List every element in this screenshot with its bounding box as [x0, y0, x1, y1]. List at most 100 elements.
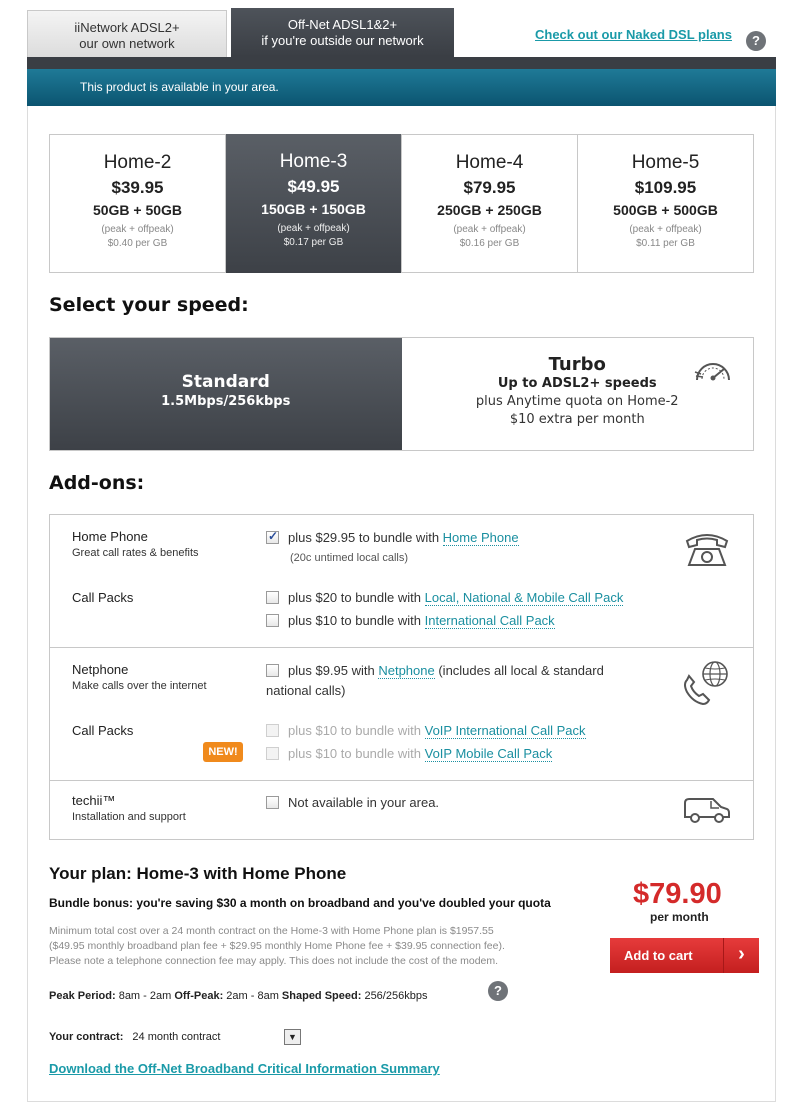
- option-text: plus $20 to bundle with: [288, 590, 425, 605]
- speed-name: Standard: [181, 372, 270, 392]
- plan-quota: 250GB + 250GB: [437, 202, 542, 218]
- contract-dropdown-button[interactable]: ▼: [284, 1029, 301, 1045]
- speed-standard-option[interactable]: Standard 1.5Mbps/256kbps: [50, 338, 402, 450]
- home-phone-link[interactable]: Home Phone: [442, 530, 519, 546]
- add-to-cart-label: Add to cart: [624, 948, 693, 963]
- availability-banner: This product is available in your area.: [27, 69, 776, 106]
- peak-value: 8am - 2am: [115, 990, 175, 1002]
- addon-group-netphone: Netphone Make calls over the internet pl…: [50, 648, 753, 781]
- naked-dsl-link[interactable]: Check out our Naked DSL plans: [535, 27, 732, 42]
- speed-heading: Select your speed:: [49, 294, 249, 316]
- plan-summary-title: Your plan: Home-3 with Home Phone: [49, 864, 347, 883]
- netphone-globe-icon: [684, 661, 728, 706]
- plan-quota: 500GB + 500GB: [613, 202, 718, 218]
- international-call-pack-checkbox[interactable]: [266, 614, 279, 627]
- plan-per-gb: $0.16 per GB: [459, 238, 520, 249]
- option-text: plus $10 to bundle with: [288, 613, 425, 628]
- plan-name: Home-3: [279, 151, 348, 172]
- voip-mobile-checkbox[interactable]: [266, 747, 279, 760]
- international-call-pack-link[interactable]: International Call Pack: [424, 613, 555, 629]
- netphone-option: plus $9.95 with Netphone (includes all l…: [266, 663, 604, 679]
- addon-group-techii: techii™ Installation and support Not ava…: [50, 781, 753, 841]
- shaped-value: 256/256kbps: [361, 990, 428, 1002]
- voip-international-link[interactable]: VoIP International Call Pack: [424, 723, 586, 739]
- addons-heading: Add-ons:: [49, 472, 145, 494]
- speed-price-note: $10 extra per month: [509, 412, 645, 427]
- per-month-label: per month: [650, 910, 709, 924]
- bundle-bonus-text: Bundle bonus: you're saving $30 a month …: [49, 896, 551, 910]
- contract-row: Your contract: 24 month contract: [49, 1031, 220, 1043]
- speed-quota-note: plus Anytime quota on Home-2: [475, 394, 679, 409]
- fine-print-line: Please note a telephone connection fee m…: [49, 955, 499, 967]
- techii-title: techii™: [72, 793, 116, 808]
- plan-price: $39.95: [111, 178, 164, 197]
- plan-home-3[interactable]: Home-3 $49.95 150GB + 150GB (peak + offp…: [226, 134, 402, 273]
- add-to-cart-button[interactable]: Add to cart ›: [610, 938, 759, 973]
- home-phone-subtitle: Great call rates & benefits: [72, 547, 199, 559]
- local-call-pack-checkbox[interactable]: [266, 591, 279, 604]
- plan-price: $109.95: [634, 178, 697, 197]
- tab-off-net-adsl[interactable]: Off-Net ADSL1&2+ if you're outside our n…: [231, 8, 454, 57]
- plan-home-5[interactable]: Home-5 $109.95 500GB + 500GB (peak + off…: [578, 135, 753, 272]
- option-text: plus $29.95 to bundle with: [288, 530, 443, 545]
- speed-turbo-option[interactable]: Turbo Up to ADSL2+ speeds plus Anytime q…: [402, 338, 754, 450]
- home-phone-option: plus $29.95 to bundle with Home Phone: [266, 529, 519, 546]
- tab-subtitle: our own network: [79, 36, 175, 51]
- voip-international-option: plus $10 to bundle with VoIP Internation…: [266, 723, 586, 739]
- telephone-icon: [685, 534, 729, 566]
- plan-home-4[interactable]: Home-4 $79.95 250GB + 250GB (peak + offp…: [402, 135, 578, 272]
- local-call-pack-option: plus $20 to bundle with Local, National …: [266, 590, 624, 606]
- plan-name: Home-2: [103, 152, 172, 173]
- plan-per-gb: $0.40 per GB: [107, 238, 168, 249]
- plan-quota: 150GB + 150GB: [261, 201, 366, 217]
- offpeak-value: 2am - 8am: [223, 990, 282, 1002]
- peak-label: Peak Period:: [49, 990, 116, 1002]
- shaped-label: Shaped Speed:: [281, 990, 362, 1002]
- speed-detail: 1.5Mbps/256kbps: [161, 394, 291, 409]
- tab-iinetwork-adsl2[interactable]: iiNetwork ADSL2+ our own network: [27, 10, 227, 57]
- home-phone-title: Home Phone: [72, 529, 148, 544]
- help-icon[interactable]: ?: [488, 981, 508, 1001]
- local-call-pack-link[interactable]: Local, National & Mobile Call Pack: [424, 590, 624, 606]
- home-phone-checkbox[interactable]: [266, 529, 279, 544]
- voip-mobile-link[interactable]: VoIP Mobile Call Pack: [424, 746, 553, 762]
- fine-print-line: ($49.95 monthly broadband plan fee + $29…: [49, 940, 505, 952]
- plan-note: (peak + offpeak): [629, 224, 702, 235]
- fine-print-line: Minimum total cost over a 24 month contr…: [49, 925, 494, 937]
- techii-option: Not available in your area.: [266, 795, 439, 810]
- tab-title: Off-Net ADSL1&2+: [287, 17, 398, 32]
- plan-name: Home-4: [455, 152, 524, 173]
- option-text: plus $9.95 with: [288, 663, 379, 678]
- tab-strip: [27, 57, 776, 69]
- option-text: Not available in your area.: [288, 795, 440, 810]
- plan-price: $49.95: [287, 177, 340, 196]
- plan-per-gb: $0.17 per GB: [283, 237, 344, 248]
- netphone-option-line2: national calls): [266, 683, 346, 698]
- techii-checkbox[interactable]: [266, 796, 279, 809]
- new-badge: NEW!: [203, 742, 243, 762]
- techii-subtitle: Installation and support: [72, 811, 186, 823]
- netphone-link[interactable]: Netphone: [378, 663, 435, 679]
- plan-per-gb: $0.11 per GB: [636, 238, 695, 249]
- voip-mobile-option: plus $10 to bundle with VoIP Mobile Call…: [266, 746, 553, 762]
- voip-international-checkbox[interactable]: [266, 724, 279, 737]
- contract-select-value[interactable]: 24 month contract: [132, 1031, 220, 1043]
- plan-quota: 50GB + 50GB: [92, 202, 183, 218]
- plan-selector: Home-2 $39.95 50GB + 50GB (peak + offpea…: [49, 134, 754, 273]
- speed-selector: Standard 1.5Mbps/256kbps Turbo Up to ADS…: [49, 337, 754, 451]
- critical-information-summary-link[interactable]: Download the Off-Net Broadband Critical …: [49, 1061, 440, 1076]
- chevron-right-icon: ›: [723, 938, 759, 973]
- addons-panel: Home Phone Great call rates & benefits p…: [49, 514, 754, 840]
- option-text: plus $10 to bundle with: [288, 723, 425, 738]
- plan-home-2[interactable]: Home-2 $39.95 50GB + 50GB (peak + offpea…: [50, 135, 226, 272]
- netphone-title: Netphone: [72, 662, 129, 677]
- tab-subtitle: if you're outside our network: [261, 33, 424, 48]
- addon-group-home-phone: Home Phone Great call rates & benefits p…: [50, 515, 753, 648]
- help-icon[interactable]: ?: [746, 31, 766, 51]
- plan-note: (peak + offpeak): [277, 223, 350, 234]
- fine-print: Minimum total cost over a 24 month contr…: [49, 924, 589, 969]
- contract-label: Your contract:: [49, 1031, 124, 1043]
- plan-price: $79.95: [463, 178, 516, 197]
- netphone-checkbox[interactable]: [266, 664, 279, 677]
- international-call-pack-option: plus $10 to bundle with International Ca…: [266, 613, 555, 629]
